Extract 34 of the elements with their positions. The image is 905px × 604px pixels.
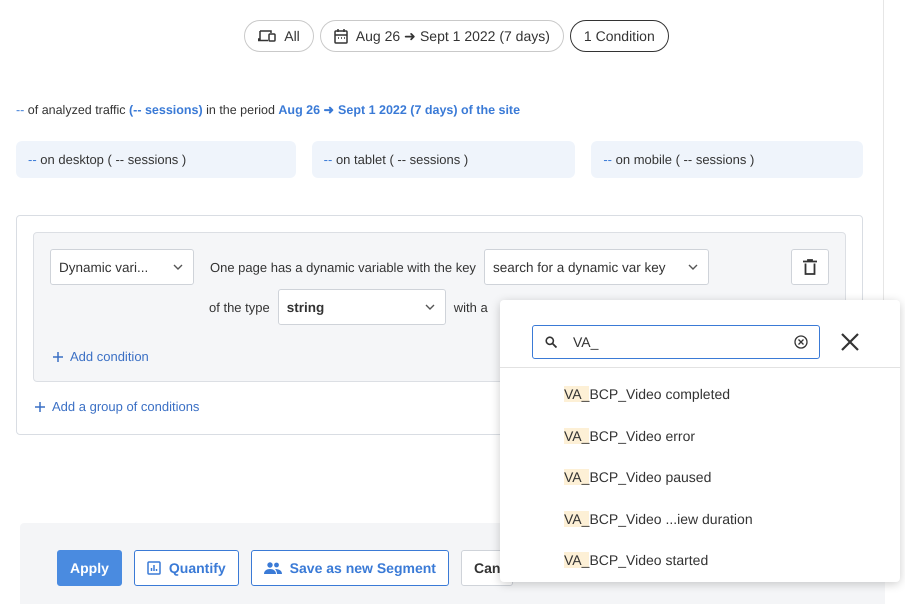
device-card: -- on desktop ( -- sessions ) [16, 141, 296, 178]
search-field[interactable]: VA_ [532, 325, 820, 359]
condition-text: One page has a dynamic variable with the key [210, 260, 476, 274]
filter-chip[interactable]: All [244, 20, 314, 52]
filter-chip[interactable]: Aug 26 ➜ Sept 1 2022 (7 days) [320, 20, 564, 52]
add-condition-link[interactable]: Add condition [53, 349, 149, 364]
device-card: -- on mobile ( -- sessions ) [591, 141, 863, 178]
device-card: -- on tablet ( -- sessions ) [312, 141, 576, 178]
action-button[interactable]: Quantify [134, 550, 239, 586]
dropdown-option[interactable]: VA_BCP_Video completed [500, 368, 900, 410]
key-select[interactable]: search for a dynamic var key [484, 249, 709, 285]
traffic-summary: -- of analyzed traffic (-- sessions) in the period Aug 26 ➜ Sept 1 2022 (7 days) of the site [16, 102, 522, 117]
close-icon [840, 332, 860, 352]
plus-icon [35, 402, 45, 412]
add-group-link[interactable]: Add a group of conditions [35, 399, 200, 414]
filter-chip[interactable]: 1 Condition [570, 20, 669, 52]
people-icon [264, 562, 282, 574]
type-label: of the type [209, 300, 270, 314]
calendar-icon [334, 28, 348, 44]
close-button[interactable] [840, 332, 860, 352]
search-icon [545, 336, 557, 348]
plus-icon [53, 352, 63, 362]
trash-icon [803, 259, 817, 275]
devices-icon [258, 29, 276, 43]
value-type-select[interactable]: string [278, 289, 446, 325]
dropdown-option[interactable]: VA_BCP_Video ...iew duration [500, 492, 900, 534]
dropdown-option[interactable]: VA_BCP_Video error [500, 410, 900, 451]
type-select[interactable]: Dynamic vari... [50, 249, 194, 285]
action-button[interactable]: Save as new Segment [250, 550, 449, 586]
clear-icon [794, 335, 808, 349]
chart-icon [146, 561, 161, 575]
condition-text: with a [454, 300, 488, 314]
delete-button[interactable] [791, 249, 829, 285]
dropdown-option[interactable]: VA_BCP_Video paused [500, 451, 900, 492]
